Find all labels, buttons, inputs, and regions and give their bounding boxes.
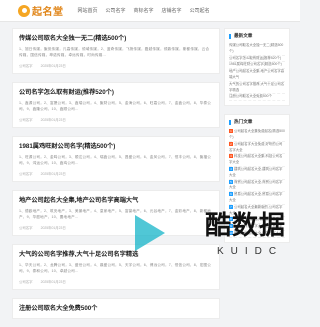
article-meta: 公司名字 2025年01月23日 xyxy=(19,117,213,122)
article-excerpt: 1、德欧地产，2、筑安地产，3、美景地产，4、皇家地产，5、富豪地产，6、元谷地… xyxy=(19,209,212,219)
rank-badge: 1 xyxy=(229,129,233,134)
article-title[interactable]: 大气的公司名字推荐,大气十足公司名字精选 xyxy=(19,250,213,259)
article-title[interactable]: 公司名字怎么取有财运(推荐520个) xyxy=(19,88,213,97)
nav-item-brand-names[interactable]: 商标名字 xyxy=(134,7,154,14)
article-card[interactable]: 公司名字怎么取有财运(推荐520个) 1、鑫源公司，2、富晟公司，3、鑫瑞公司，… xyxy=(12,82,220,128)
article-date: 2025年01月23日 xyxy=(40,280,66,284)
logo-icon xyxy=(18,4,30,17)
article-category[interactable]: 公司名字 xyxy=(19,117,33,122)
site-logo[interactable]: 起名堂 xyxy=(18,3,64,18)
latest-item[interactable]: 传媒公司取名大全独一无二(精选500个) xyxy=(229,43,285,56)
hot-item-label: 建筑公司起名大全,建筑公司名字大全 xyxy=(229,166,283,177)
rank-badge: 3 xyxy=(229,154,233,159)
article-date: 2025年01月23日 xyxy=(40,172,66,176)
article-card[interactable]: 注册公司取名大全免费500个 xyxy=(12,298,220,319)
article-meta: 公司名字 2025年01月23日 xyxy=(19,225,213,230)
article-title[interactable]: 地产公司起名大全集,地产公司名字高端大气 xyxy=(19,196,213,205)
rank-badge: 2 xyxy=(229,141,233,146)
article-excerpt: 1、旺源公司，2、金鸣公司，3、顺达公司，4、瑞鑫公司，5、昌盛公司，6、金凤公… xyxy=(19,155,212,165)
latest-item[interactable]: 大气的公司名字推荐,大气十足公司名字精选 xyxy=(229,82,285,95)
latest-item[interactable]: 地产公司起名大全集,地产公司名字高端大气 xyxy=(229,69,285,82)
article-category[interactable]: 公司名字 xyxy=(19,225,33,230)
rank-badge: 6 xyxy=(229,192,233,197)
hot-item-label: 公司起名大全集免费起名(精选500个) xyxy=(229,129,285,139)
article-category[interactable]: 公司名字 xyxy=(19,279,33,284)
article-date: 2025年01月23日 xyxy=(40,226,66,230)
article-meta: 公司名字 2025年01月23日 xyxy=(19,171,213,176)
article-title[interactable]: 注册公司取名大全免费500个 xyxy=(19,304,213,313)
rank-badge: 5 xyxy=(229,179,233,184)
watermark-subtitle: KUIDC xyxy=(216,246,284,257)
article-excerpt: 1、华天公司，2、龙腾公司，3、盛世公司，4、鼎盛公司，5、天宇公司，6、博远公… xyxy=(19,263,212,273)
latest-articles-widget: 最新文章 传媒公司取名大全独一无二(精选500个) 公司名字怎么取有财运(推荐5… xyxy=(224,28,290,107)
hot-item-label: 贸易公司起名大全,贸易公司名字大全 xyxy=(229,192,283,202)
article-card[interactable]: 地产公司起名大全集,地产公司名字高端大气 1、德欧地产，2、筑安地产，3、美景地… xyxy=(12,190,220,236)
hot-item-label: 商贸公司起名大全,商贸公司名字大全 xyxy=(229,179,283,190)
hot-item[interactable]: 6 贸易公司起名大全,贸易公司名字大全 xyxy=(229,192,285,205)
article-card[interactable]: 传媒公司取名大全独一无二(精选500个) 1、旭日传媒，聚侃传媒，凡高传媒，领域… xyxy=(12,28,220,74)
widget-title: 最新文章 xyxy=(229,33,285,39)
top-navigation-bar: 起名堂 网站首页 公司名字 商标名字 店铺名字 公司起名 xyxy=(0,0,300,22)
article-card[interactable]: 1981属鸡旺财公司名字(精选500个) 1、旺源公司，2、金鸣公司，3、顺达公… xyxy=(12,136,220,182)
hot-item-label: 科技公司起名大全集,科技公司名字大全 xyxy=(229,154,283,165)
article-excerpt: 1、旭日传媒，聚侃传媒，凡高传媒，领域传媒，2、蓝奇传媒，飞扬传媒，磊越传媒，领… xyxy=(19,47,210,57)
latest-list: 传媒公司取名大全独一无二(精选500个) 公司名字怎么取有财运(推荐520个) … xyxy=(229,43,285,102)
logo-text: 起名堂 xyxy=(32,7,64,18)
hot-item[interactable]: 5 商贸公司起名大全,商贸公司名字大全 xyxy=(229,179,285,193)
article-title[interactable]: 传媒公司取名大全独一无二(精选500个) xyxy=(19,34,213,43)
nav-item-home[interactable]: 网站首页 xyxy=(78,7,98,14)
hot-item[interactable]: 4 建筑公司起名大全,建筑公司名字大全 xyxy=(229,166,285,180)
nav-item-company-naming[interactable]: 公司起名 xyxy=(190,7,210,14)
main-nav: 网站首页 公司名字 商标名字 店铺名字 公司起名 xyxy=(78,7,210,14)
article-category[interactable]: 公司名字 xyxy=(19,171,33,176)
article-category[interactable]: 公司名字 xyxy=(19,63,33,68)
hot-item[interactable]: 3 科技公司起名大全集,科技公司名字大全 xyxy=(229,154,285,167)
latest-item[interactable]: 注册公司取名大全免费500个 xyxy=(229,94,285,102)
nav-item-company-names[interactable]: 公司名字 xyxy=(106,7,126,14)
hot-item[interactable]: 2 公司起名字大全免费,好听的公司名字大全 xyxy=(229,141,285,155)
rank-badge: 4 xyxy=(229,166,233,171)
article-excerpt: 1、鑫源公司，2、富晟公司，3、鑫瑞公司，4、聚财公司，5、金海公司，6、旺嘉公… xyxy=(19,101,212,111)
article-date: 2025年01月23日 xyxy=(40,118,66,122)
hot-item[interactable]: 1 公司起名大全集免费起名(精选500个) xyxy=(229,129,285,142)
article-meta: 公司名字 2025年01月23日 xyxy=(19,63,213,68)
article-list: 传媒公司取名大全独一无二(精选500个) 1、旭日传媒，聚侃传媒，凡高传媒，领域… xyxy=(12,28,220,327)
article-meta: 公司名字 2025年01月23日 xyxy=(19,279,213,284)
watermark: 酷数据 KUIDC xyxy=(205,205,295,295)
hot-item-label: 公司起名字大全免费,好听的公司名字大全 xyxy=(229,141,283,152)
nav-item-shop-names[interactable]: 店铺名字 xyxy=(162,7,182,14)
widget-title: 热门文章 xyxy=(229,119,285,125)
article-date: 2025年01月23日 xyxy=(40,64,66,68)
article-title[interactable]: 1981属鸡旺财公司名字(精选500个) xyxy=(19,142,213,151)
play-icon xyxy=(135,215,165,251)
article-card[interactable]: 大气的公司名字推荐,大气十足公司名字精选 1、华天公司，2、龙腾公司，3、盛世公… xyxy=(12,244,220,290)
watermark-title: 酷数据 xyxy=(205,211,287,241)
